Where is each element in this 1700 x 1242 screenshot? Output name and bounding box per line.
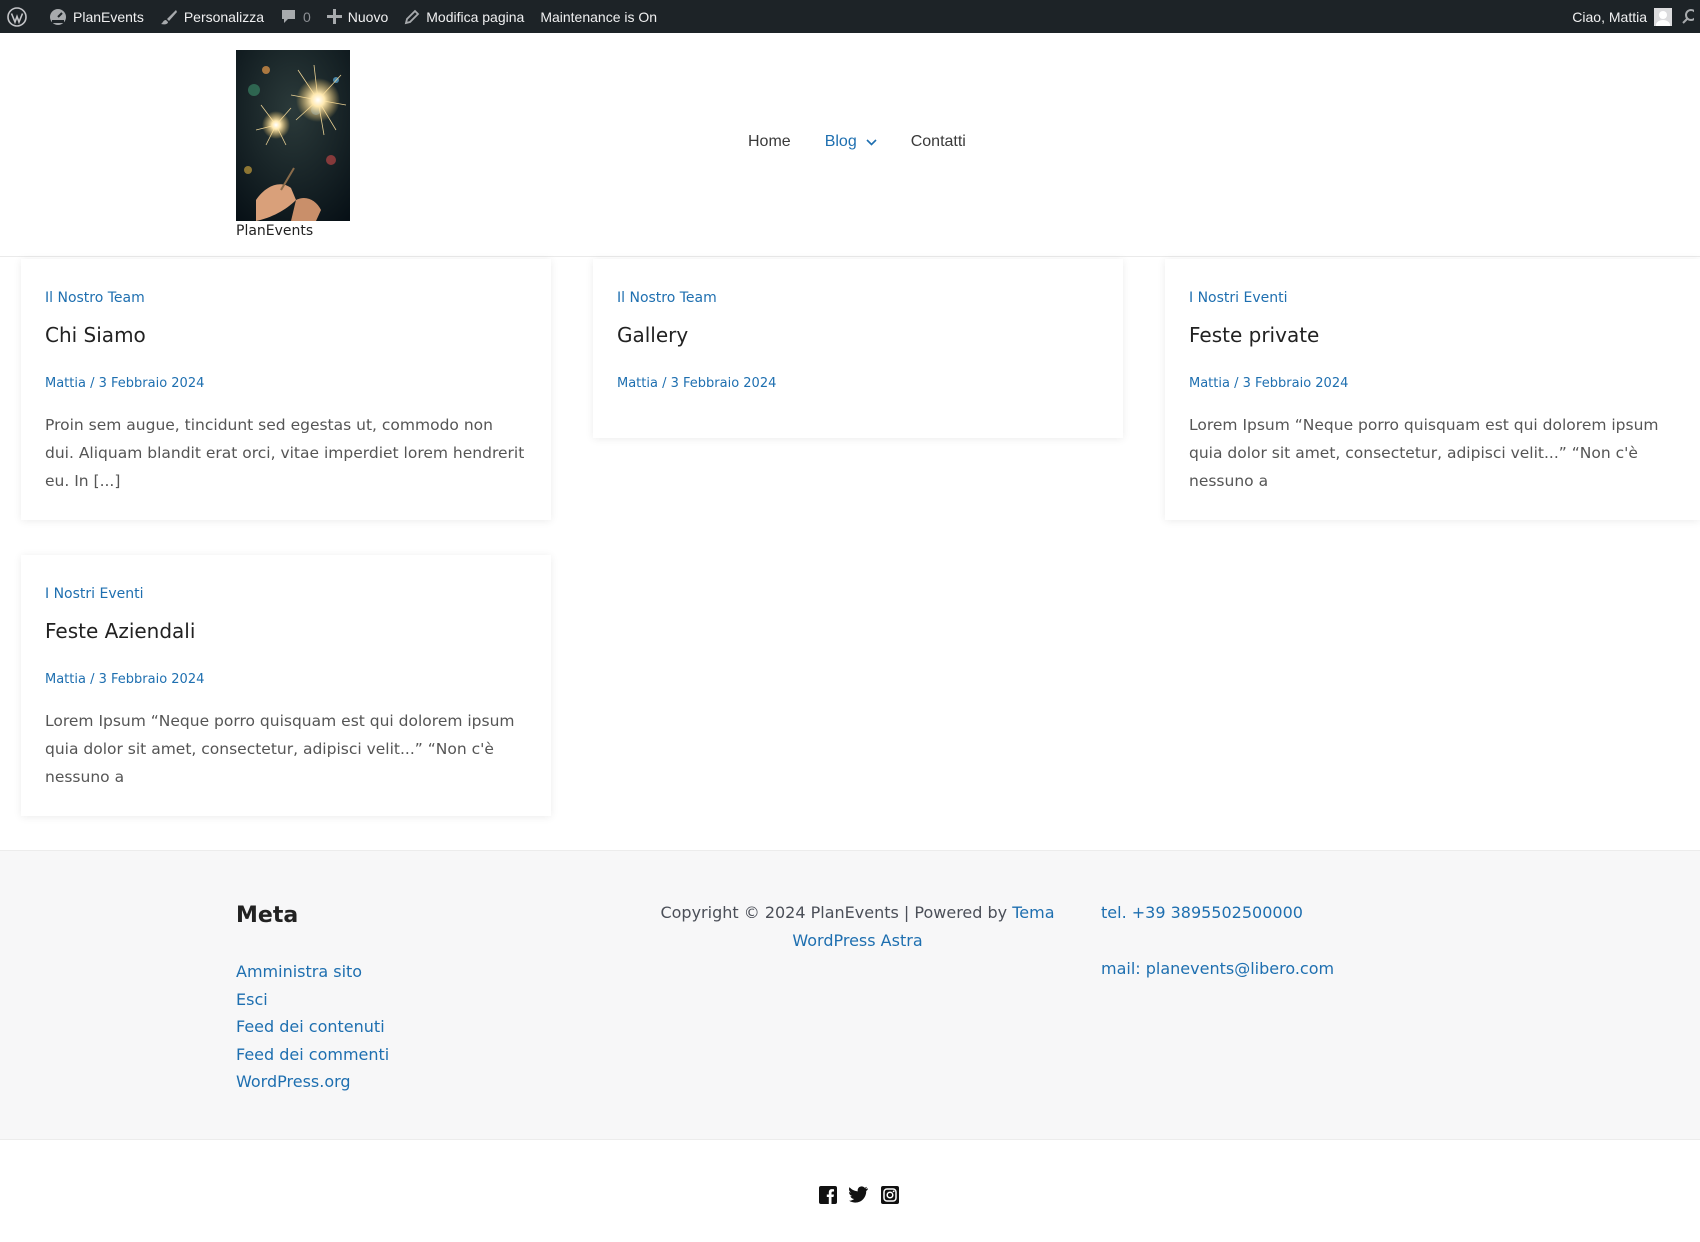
maintenance-status[interactable]: Maintenance is On xyxy=(532,0,665,33)
meta-links: Amministra sito Esci Feed dei contenuti … xyxy=(236,958,389,1096)
main-navigation: Home Blog Contatti xyxy=(748,133,1000,151)
post-card: Il Nostro Team Chi Siamo Mattia / 3 Febb… xyxy=(21,259,551,520)
post-meta[interactable]: Mattia / 3 Febbraio 2024 xyxy=(1189,376,1348,391)
meta-link-entries-feed[interactable]: Feed dei contenuti xyxy=(236,1013,389,1041)
post-card: I Nostri Eventi Feste Aziendali Mattia /… xyxy=(21,555,551,816)
post-title-link[interactable]: Feste Aziendali xyxy=(45,619,195,643)
nav-item-contact[interactable]: Contatti xyxy=(911,133,966,151)
site-logo[interactable] xyxy=(236,50,350,221)
post-card: I Nostri Eventi Feste private Mattia / 3… xyxy=(1165,259,1700,520)
edit-page-button[interactable]: Modifica pagina xyxy=(396,0,532,33)
facebook-icon[interactable] xyxy=(818,1185,837,1204)
dashboard-icon xyxy=(50,8,66,25)
avatar xyxy=(1654,7,1672,26)
post-meta[interactable]: Mattia / 3 Febbraio 2024 xyxy=(45,672,204,687)
instagram-icon[interactable] xyxy=(880,1185,899,1204)
account-menu[interactable]: Ciao, Mattia xyxy=(1564,0,1680,33)
meta-link-comments-feed[interactable]: Feed dei commenti xyxy=(236,1041,389,1069)
meta-link-admin[interactable]: Amministra sito xyxy=(236,958,389,986)
maintenance-label: Maintenance is On xyxy=(540,8,658,25)
admin-bar: PlanEvents Personalizza 0 Nuovo Modifica… xyxy=(0,0,1700,33)
greeting-label: Ciao, Mattia xyxy=(1572,8,1647,25)
copyright: Copyright © 2024 PlanEvents | Powered by… xyxy=(660,899,1055,955)
site-name-menu[interactable]: PlanEvents xyxy=(41,0,152,33)
post-excerpt: Proin sem augue, tincidunt sed egestas u… xyxy=(45,416,525,490)
copyright-text: Copyright © 2024 PlanEvents | Powered by xyxy=(660,903,1013,922)
wordpress-icon xyxy=(7,6,27,27)
post-excerpt: Lorem Ipsum “Neque porro quisquam est qu… xyxy=(45,712,515,786)
post-meta[interactable]: Mattia / 3 Febbraio 2024 xyxy=(617,376,776,391)
post-title-link[interactable]: Feste private xyxy=(1189,323,1319,347)
post-category-link[interactable]: Il Nostro Team xyxy=(617,290,717,306)
twitter-icon[interactable] xyxy=(849,1185,868,1204)
chevron-down-icon xyxy=(866,138,877,146)
customize-button[interactable]: Personalizza xyxy=(152,0,272,33)
new-content-button[interactable]: Nuovo xyxy=(319,0,396,33)
nav-item-home[interactable]: Home xyxy=(748,133,791,151)
meta-widget-title: Meta xyxy=(236,903,299,928)
phone-link[interactable]: tel. +39 3895502500000 xyxy=(1101,903,1303,922)
site-header: PlanEvents Home Blog Contatti xyxy=(0,33,1700,257)
post-title-link[interactable]: Chi Siamo xyxy=(45,323,146,347)
meta-link-logout[interactable]: Esci xyxy=(236,986,389,1014)
nav-item-blog[interactable]: Blog xyxy=(825,133,877,151)
footer-widgets: Meta Amministra sito Esci Feed dei conte… xyxy=(0,850,1700,1140)
comments-button[interactable]: 0 xyxy=(272,0,319,33)
post-category-link[interactable]: I Nostri Eventi xyxy=(45,586,144,602)
edit-page-label: Modifica pagina xyxy=(426,8,525,25)
post-category-link[interactable]: I Nostri Eventi xyxy=(1189,290,1288,306)
post-category-link[interactable]: Il Nostro Team xyxy=(45,290,145,306)
nav-item-blog-label: Blog xyxy=(824,133,857,150)
email-link[interactable]: mail: planevents@libero.com xyxy=(1101,955,1334,983)
post-card: Il Nostro Team Gallery Mattia / 3 Febbra… xyxy=(593,259,1123,438)
search-icon xyxy=(1682,8,1694,24)
new-label: Nuovo xyxy=(347,8,389,25)
brush-icon xyxy=(160,9,177,24)
post-title-link[interactable]: Gallery xyxy=(617,323,688,347)
post-excerpt: Lorem Ipsum “Neque porro quisquam est qu… xyxy=(1189,416,1659,490)
contact-info: tel. +39 3895502500000 mail: planevents@… xyxy=(1101,899,1334,983)
comment-icon xyxy=(281,10,295,23)
customize-label: Personalizza xyxy=(183,8,264,25)
site-name-label: PlanEvents xyxy=(73,8,144,25)
social-icons xyxy=(818,1185,899,1204)
pencil-icon xyxy=(405,9,420,24)
site-title[interactable]: PlanEvents xyxy=(236,223,313,239)
sparkler-image xyxy=(236,50,350,221)
wordpress-logo-button[interactable] xyxy=(0,0,41,33)
plus-icon xyxy=(326,9,342,24)
admin-search-button[interactable] xyxy=(1680,0,1700,33)
comments-count: 0 xyxy=(302,8,311,25)
meta-link-wordpress-org[interactable]: WordPress.org xyxy=(236,1068,389,1096)
post-meta[interactable]: Mattia / 3 Febbraio 2024 xyxy=(45,376,204,391)
